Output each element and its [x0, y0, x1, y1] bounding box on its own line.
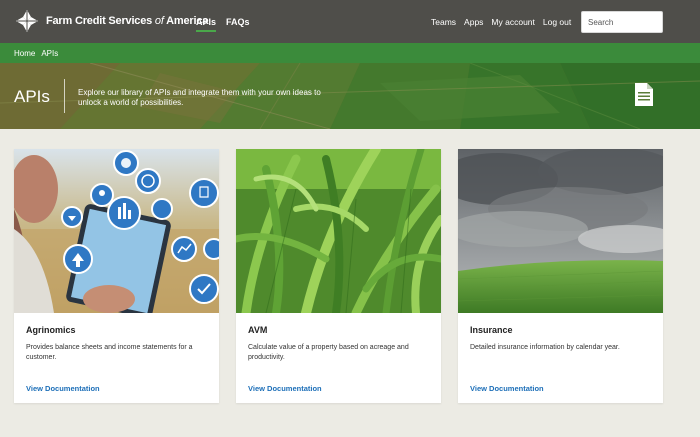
search-input[interactable] [581, 11, 663, 33]
api-card-avm[interactable]: AVM Calculate value of a property based … [236, 149, 441, 403]
brand-name: Farm Credit Services of America [46, 15, 209, 27]
view-documentation-link[interactable]: View Documentation [248, 384, 322, 393]
breadcrumb-apis[interactable]: APIs [41, 49, 58, 58]
storm-field-image [458, 149, 663, 313]
corn-leaves-image [236, 149, 441, 313]
card-title: AVM [248, 325, 268, 335]
tablet-icons-image [14, 149, 219, 313]
api-card-agrinomics[interactable]: Agrinomics Provides balance sheets and i… [14, 149, 219, 403]
nav-teams[interactable]: Teams [431, 17, 456, 27]
document-icon[interactable] [635, 83, 653, 106]
primary-nav: APIs FAQs [196, 0, 250, 43]
hero-divider [64, 79, 65, 113]
secondary-nav: Teams Apps My account Log out [431, 0, 571, 43]
nav-apis[interactable]: APIs [196, 0, 217, 43]
card-title: Agrinomics [26, 325, 76, 335]
view-documentation-link[interactable]: View Documentation [470, 384, 544, 393]
card-description: Calculate value of a property based on a… [248, 344, 409, 361]
page-title: APIs [14, 87, 50, 106]
card-description: Detailed insurance information by calend… [470, 344, 620, 351]
top-navbar: Farm Credit Services of America APIs FAQ… [0, 0, 700, 43]
nav-faqs[interactable]: FAQs [226, 0, 250, 43]
card-title: Insurance [470, 325, 513, 335]
nav-apps[interactable]: Apps [464, 17, 483, 27]
view-documentation-link[interactable]: View Documentation [26, 384, 100, 393]
hero-banner: APIs Explore our library of APIs and int… [0, 63, 700, 129]
card-description: Provides balance sheets and income state… [26, 344, 193, 361]
nav-my-account[interactable]: My account [491, 17, 534, 27]
breadcrumb: Home APIs [0, 43, 700, 63]
fcsa-logo-icon [16, 10, 38, 32]
breadcrumb-home[interactable]: Home [14, 49, 35, 58]
api-card-insurance[interactable]: Insurance Detailed insurance information… [458, 149, 663, 403]
brand-logo[interactable]: Farm Credit Services of America [14, 8, 208, 34]
nav-log-out[interactable]: Log out [543, 17, 571, 27]
hero-description: Explore our library of APIs and integrat… [78, 88, 321, 107]
